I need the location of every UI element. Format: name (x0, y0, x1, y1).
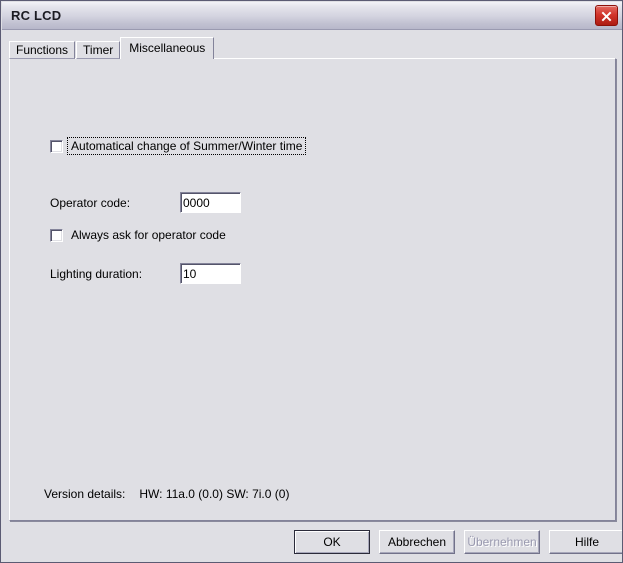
summer-winter-label: Automatical change of Summer/Winter time (66, 137, 307, 155)
always-ask-checkbox[interactable] (50, 228, 63, 242)
close-icon[interactable] (595, 5, 618, 26)
always-ask-label: Always ask for operator code (71, 228, 226, 242)
tab-functions[interactable]: Functions (9, 41, 76, 59)
dialog-button-bar: OK Abbrechen Übernehmen Hilfe (294, 530, 622, 554)
window-title: RC LCD (11, 8, 62, 23)
cancel-button[interactable]: Abbrechen (379, 530, 455, 554)
tab-page-miscellaneous: Automatical change of Summer/Winter time… (9, 58, 616, 521)
tab-functions-label: Functions (16, 43, 69, 57)
summer-winter-row: Automatical change of Summer/Winter time (50, 137, 307, 155)
tab-control: Functions Timer Miscellaneous Automatica… (9, 37, 616, 521)
tab-strip: Functions Timer Miscellaneous (9, 37, 215, 59)
lighting-duration-input[interactable] (180, 263, 241, 284)
version-details: Version details: HW: 11a.0 (0.0) SW: 7i.… (44, 487, 289, 501)
help-button[interactable]: Hilfe (549, 530, 622, 554)
always-ask-row: Always ask for operator code (50, 228, 226, 242)
lighting-duration-row: Lighting duration: (50, 263, 241, 284)
tab-timer-label: Timer (83, 43, 114, 57)
tab-miscellaneous[interactable]: Miscellaneous (120, 37, 215, 59)
operator-code-row: Operator code: (50, 192, 241, 213)
dialog-window: RC LCD Functions Timer Miscellaneous Aut… (0, 0, 623, 563)
apply-button: Übernehmen (464, 530, 540, 554)
summer-winter-checkbox[interactable] (50, 139, 63, 153)
title-bar[interactable]: RC LCD (2, 2, 622, 30)
version-details-label: Version details: (44, 487, 126, 501)
tab-timer[interactable]: Timer (76, 41, 121, 59)
tab-miscellaneous-label: Miscellaneous (129, 41, 206, 55)
lighting-duration-label: Lighting duration: (50, 266, 143, 281)
operator-code-input[interactable] (180, 192, 241, 213)
operator-code-label: Operator code: (50, 195, 131, 210)
version-details-value: HW: 11a.0 (0.0) SW: 7i.0 (0) (139, 487, 290, 501)
ok-button[interactable]: OK (294, 530, 370, 554)
